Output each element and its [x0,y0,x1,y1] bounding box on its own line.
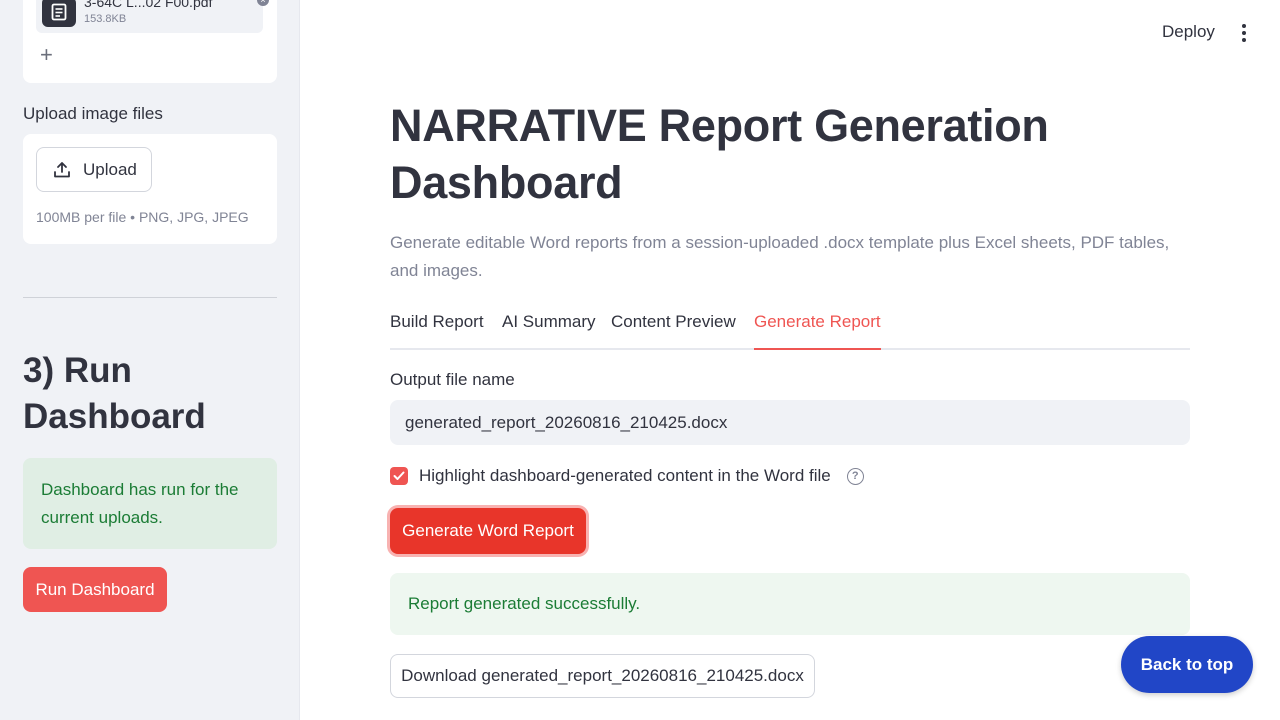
run-dashboard-button[interactable]: Run Dashboard [23,567,167,612]
upload-button[interactable]: Upload [36,147,152,192]
upload-icon [54,161,70,177]
image-upload-label: Upload image files [23,104,163,123]
tab-generate-report[interactable]: Generate Report [754,312,881,350]
image-uploader: Upload 100MB per file • PNG, JPG, JPEG [23,134,277,244]
download-report-button[interactable]: Download generated_report_20260816_21042… [390,654,815,698]
upload-hint: 100MB per file • PNG, JPG, JPEG [36,209,249,225]
back-to-top-button[interactable]: Back to top [1121,636,1253,693]
sidebar-status-message: Dashboard has run for the current upload… [23,458,277,549]
highlight-checkbox[interactable] [390,467,408,485]
add-file-icon[interactable]: + [40,44,53,66]
highlight-checkbox-label: Highlight dashboard-generated content in… [419,466,831,485]
run-section-title: 3) Run Dashboard [23,351,206,436]
uploaded-file-size: 153.8KB [84,13,127,25]
document-icon [42,0,76,27]
output-file-input[interactable] [390,400,1190,445]
page-subtitle: Generate editable Word reports from a se… [390,233,1170,280]
checkmark-icon [393,471,405,480]
success-message: Report generated successfully. [390,573,1190,635]
uploaded-file-chip: 3-64C L...02 F00.pdf 153.8KB × [36,0,269,33]
upload-button-label: Upload [83,159,137,179]
deploy-button[interactable]: Deploy [1162,22,1215,42]
pdf-uploader: 3-64C L...02 F00.pdf 153.8KB × + [23,0,277,83]
generate-word-report-button[interactable]: Generate Word Report [390,508,586,554]
page-title: NARRATIVE Report Generation Dashboard [390,100,1049,208]
remove-file-icon[interactable]: × [257,0,269,6]
tab-bar: Build Report AI Summary Content Preview … [390,312,1190,350]
highlight-checkbox-row: Highlight dashboard-generated content in… [390,466,864,486]
sidebar-divider [23,297,277,298]
sidebar: 3-64C L...02 F00.pdf 153.8KB × + Upload … [0,0,300,720]
tab-content-preview[interactable]: Content Preview [611,312,736,350]
help-icon[interactable]: ? [846,467,864,485]
tab-build-report[interactable]: Build Report [390,312,484,350]
uploaded-file-name: 3-64C L...02 F00.pdf [84,0,213,10]
output-file-label: Output file name [390,370,515,389]
kebab-menu-icon[interactable] [1236,22,1252,44]
tab-ai-summary[interactable]: AI Summary [502,312,596,350]
